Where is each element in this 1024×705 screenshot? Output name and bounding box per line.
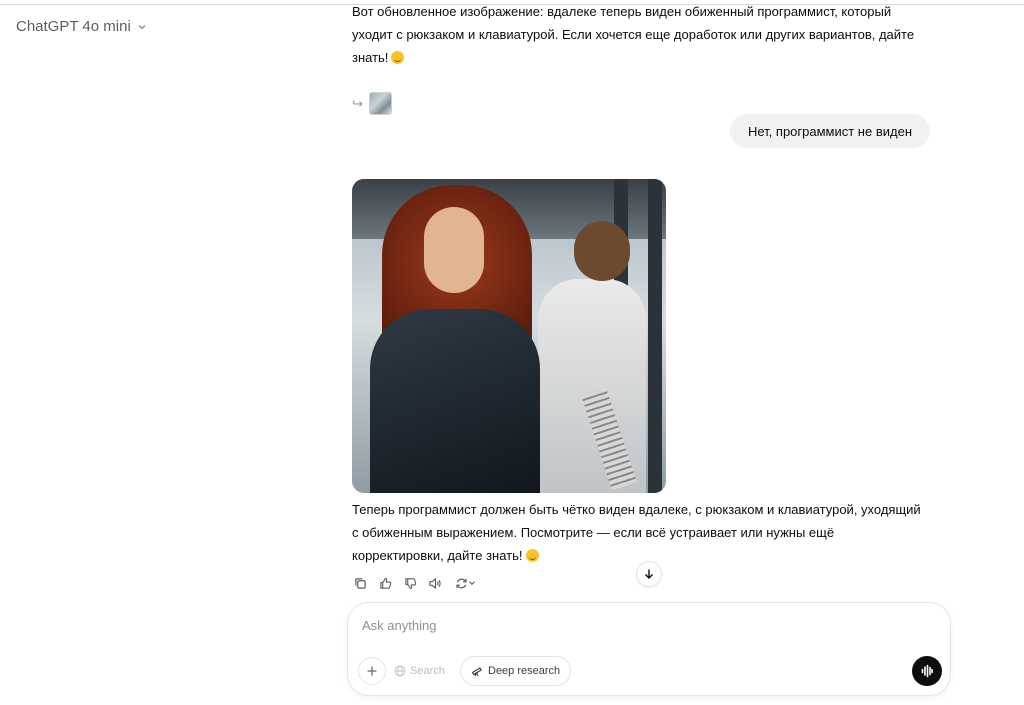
arrow-down-icon <box>645 569 653 579</box>
speaker-icon <box>429 577 441 589</box>
good-response-button[interactable] <box>377 575 393 591</box>
assistant-message-text: Теперь программист должен быть чётко вид… <box>352 502 921 563</box>
voice-mode-button[interactable] <box>912 656 942 686</box>
message-actions <box>352 575 478 591</box>
deep-research-button[interactable]: Deep research <box>460 656 572 686</box>
scroll-to-bottom-button[interactable] <box>636 561 662 587</box>
assistant-message-previous: Вот обновленное изображение: вдалеке теп… <box>352 0 928 69</box>
user-message-bubble: Нет, программист не виден <box>729 114 930 148</box>
user-message-text: Нет, программист не виден <box>747 123 912 139</box>
plus-icon <box>367 666 377 676</box>
message-composer: Search Deep research <box>347 602 951 696</box>
regenerate-icon <box>455 578 467 588</box>
model-selector[interactable]: ChatGPT 4o mini <box>16 18 147 35</box>
chevron-down-icon <box>138 24 146 29</box>
referenced-image-thumbnail[interactable] <box>368 92 392 115</box>
search-label: Search <box>410 665 445 677</box>
generated-image[interactable] <box>352 179 666 493</box>
voice-waveform-icon <box>921 664 933 678</box>
copy-button[interactable] <box>352 575 368 591</box>
attach-button[interactable] <box>358 657 386 685</box>
deep-research-label: Deep research <box>488 665 561 677</box>
model-name: ChatGPT 4o mini <box>16 18 131 35</box>
globe-icon <box>394 665 406 677</box>
copy-icon <box>354 577 366 589</box>
chevron-down-icon <box>468 581 475 585</box>
reply-arrow-icon: ↪ <box>352 95 363 111</box>
bad-response-button[interactable] <box>402 575 418 591</box>
reply-reference[interactable]: ↪ <box>352 92 392 115</box>
thumbs-up-icon <box>379 577 391 589</box>
assistant-message-latest: Теперь программист должен быть чётко вид… <box>352 498 928 567</box>
telescope-icon <box>471 667 482 677</box>
read-aloud-button[interactable] <box>427 575 443 591</box>
thumbs-down-icon <box>404 577 416 589</box>
message-input[interactable] <box>360 613 924 637</box>
assistant-message-text: Вот обновленное изображение: вдалеке теп… <box>352 4 915 65</box>
smiling-face-emoji-icon <box>391 51 405 64</box>
regenerate-button[interactable] <box>452 575 478 591</box>
smiling-face-emoji-icon <box>525 549 539 562</box>
search-button[interactable]: Search <box>394 660 445 682</box>
